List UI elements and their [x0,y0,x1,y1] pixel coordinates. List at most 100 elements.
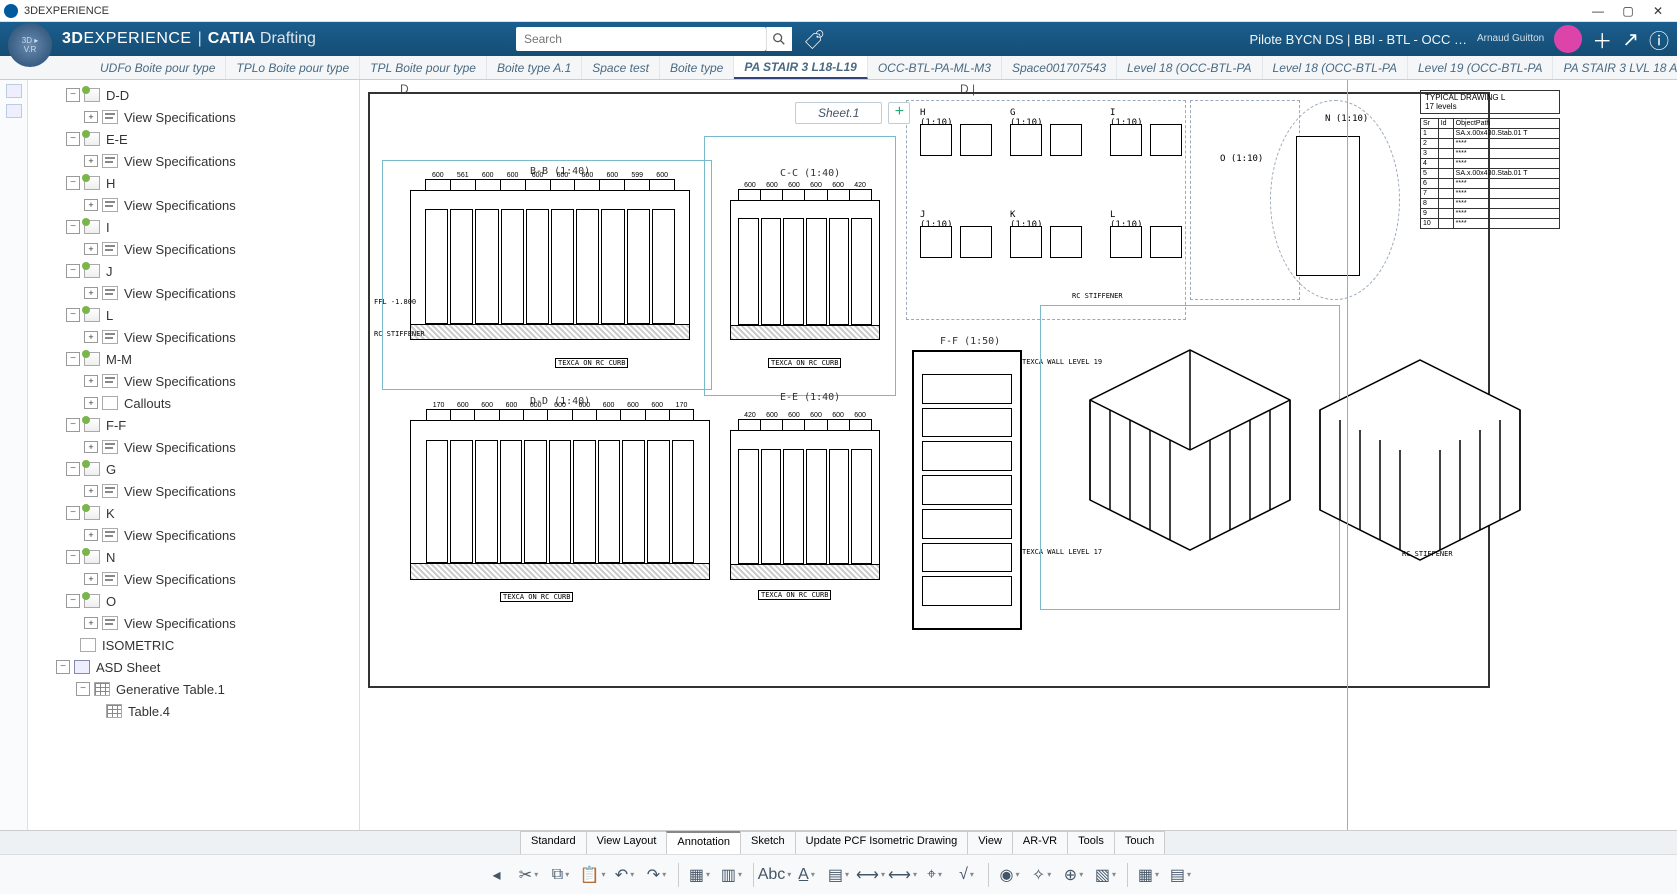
doc-tab[interactable]: UDFo Boite pour type [90,56,226,79]
search-button[interactable] [766,27,792,51]
table-icon[interactable]: ▤ [824,860,854,890]
tree-item-gentab[interactable]: −Generative Table.1 [28,678,359,700]
doc-tab[interactable]: OCC-BTL-PA-ML-M3 [868,56,1002,79]
add-icon[interactable]: ＋ [1592,25,1612,54]
collab-space[interactable]: Pilote BYCN DS | BBI - BTL - OCC … [1250,32,1467,47]
view-icon[interactable]: ▦ [685,860,715,890]
doc-tab[interactable]: Level 18 (OCC-BTL-PA [1117,56,1262,79]
collapse-toggle[interactable]: − [66,506,80,520]
tree-item-spec[interactable]: +View Specifications [28,282,359,304]
collapse-toggle[interactable]: − [66,418,80,432]
tree-item-section[interactable]: −H [28,172,359,194]
tree-item-section[interactable]: −N [28,546,359,568]
doc-tab[interactable]: Space001707543 [1002,56,1117,79]
expand-toggle[interactable]: + [84,111,98,123]
action-tab[interactable]: Tools [1067,831,1115,854]
tree-item-call[interactable]: +Callouts [28,392,359,414]
doc-tab[interactable]: PA STAIR 3 LVL 18 A.1 [1553,56,1677,79]
toolbar-expand[interactable]: ◂ [482,860,512,890]
tree-item-spec[interactable]: +View Specifications [28,326,359,348]
collapse-toggle[interactable]: − [66,550,80,564]
tree-item-spec[interactable]: +View Specifications [28,524,359,546]
share-icon[interactable]: ↗ [1622,27,1639,52]
expand-toggle[interactable]: + [84,331,98,343]
collapse-toggle[interactable]: − [66,594,80,608]
doc-tab[interactable]: Level 19 (OCC-BTL-PA [1408,56,1553,79]
doc-tab[interactable]: Boite type [660,56,734,79]
gutter-tree-icon[interactable] [6,84,22,98]
tree-item-spec[interactable]: +View Specifications [28,612,359,634]
collapse-toggle[interactable]: − [66,264,80,278]
tree-item-spec[interactable]: +View Specifications [28,106,359,128]
expand-toggle[interactable]: + [84,199,98,211]
tree-item-section[interactable]: −L [28,304,359,326]
tree-item-asd[interactable]: −ASD Sheet [28,656,359,678]
tree-item-spec[interactable]: +View Specifications [28,568,359,590]
cut-icon[interactable]: ✂ [514,860,544,890]
collapse-toggle[interactable]: − [76,682,90,696]
tree-item-section[interactable]: −M-M [28,348,359,370]
tree-item-section[interactable]: −O [28,590,359,612]
doc-tab[interactable]: PA STAIR 3 L18-L19 [734,56,867,79]
expand-toggle[interactable]: + [84,441,98,453]
balloon-icon[interactable]: ◉ [995,860,1025,890]
area-icon[interactable]: ▧ [1091,860,1121,890]
action-tab[interactable]: Sketch [740,831,796,854]
doc-tab[interactable]: TPL Boite pour type [360,56,487,79]
tree-item-section[interactable]: −D-D [28,84,359,106]
roughness-icon[interactable]: √ [952,860,982,890]
expand-toggle[interactable]: + [84,529,98,541]
add-sheet-button[interactable]: + [888,102,910,124]
action-tab[interactable]: AR-VR [1012,831,1068,854]
redo-icon[interactable]: ↷ [642,860,672,890]
tree-item-section[interactable]: −E-E [28,128,359,150]
expand-toggle[interactable]: + [84,287,98,299]
tree-item-spec[interactable]: +View Specifications [28,150,359,172]
axis-icon[interactable]: ⊕ [1059,860,1089,890]
tree-panel[interactable]: −D-D+View Specifications−E-E+View Specif… [28,80,360,830]
tree-item-spec[interactable]: +View Specifications [28,238,359,260]
undo-icon[interactable]: ↶ [610,860,640,890]
tree-item-spec[interactable]: +View Specifications [28,370,359,392]
doc-tab[interactable]: TPLo Boite pour type [226,56,360,79]
chain-dim-icon[interactable]: ⟷ [888,860,918,890]
expand-toggle[interactable]: + [84,375,98,387]
text-icon[interactable]: Abc [760,860,790,890]
expand-toggle[interactable]: + [84,573,98,585]
gutter-props-icon[interactable] [6,104,22,118]
expand-toggle[interactable]: + [84,155,98,167]
collapse-toggle[interactable]: − [66,176,80,190]
search-input[interactable] [516,27,766,51]
action-tab[interactable]: Update PCF Isometric Drawing [795,831,969,854]
maximize-button[interactable]: ▢ [1613,2,1643,20]
collapse-toggle[interactable]: − [66,132,80,146]
action-tab[interactable]: View [967,831,1013,854]
copy-icon[interactable]: ⧉ [546,860,576,890]
minimize-button[interactable]: — [1583,2,1613,20]
drawing-canvas[interactable]: D D | Sheet.1 + B-B (1:40) 6005616006006… [360,80,1677,830]
datum-icon[interactable]: ⌖ [920,860,950,890]
bom-icon[interactable]: ▦ [1134,860,1164,890]
tree-item-section[interactable]: −I [28,216,359,238]
new-view-icon[interactable]: ▥ [717,860,747,890]
tree-item-spec[interactable]: +View Specifications [28,436,359,458]
expand-toggle[interactable]: + [84,243,98,255]
avatar[interactable] [1554,25,1582,53]
tree-item-section[interactable]: −G [28,458,359,480]
action-tab[interactable]: View Layout [586,831,668,854]
tree-item-spec[interactable]: +View Specifications [28,194,359,216]
dimension-icon[interactable]: ⟷ [856,860,886,890]
collapse-toggle[interactable]: − [66,352,80,366]
report-icon[interactable]: ▤ [1166,860,1196,890]
doc-tab[interactable]: Space test [582,56,660,79]
paste-icon[interactable]: 📋 [578,860,608,890]
doc-tab[interactable]: Boite type A.1 [487,56,582,79]
doc-tab[interactable]: Level 18 (OCC-BTL-PA [1263,56,1408,79]
action-tab[interactable]: Touch [1114,831,1165,854]
expand-toggle[interactable]: + [84,617,98,629]
tree-item-tab4[interactable]: Table.4 [28,700,359,722]
expand-toggle[interactable]: + [84,485,98,497]
action-tab[interactable]: Standard [520,831,587,854]
tree-item-spec[interactable]: +View Specifications [28,480,359,502]
action-tab[interactable]: Annotation [666,831,741,854]
